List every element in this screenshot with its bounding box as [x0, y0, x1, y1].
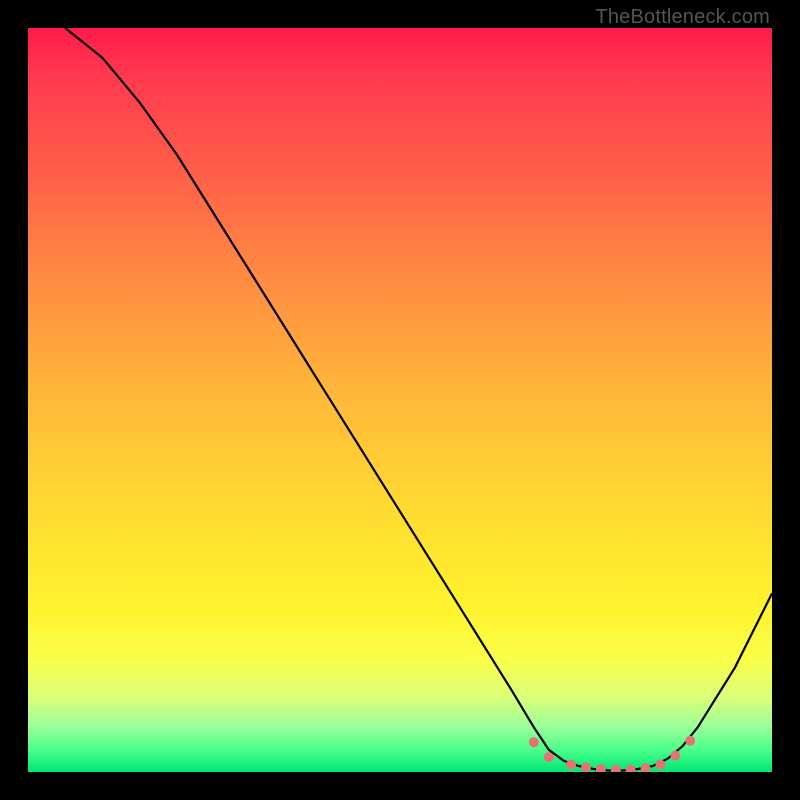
watermark-text: TheBottleneck.com [595, 6, 770, 29]
chart-plot-area [28, 28, 772, 772]
